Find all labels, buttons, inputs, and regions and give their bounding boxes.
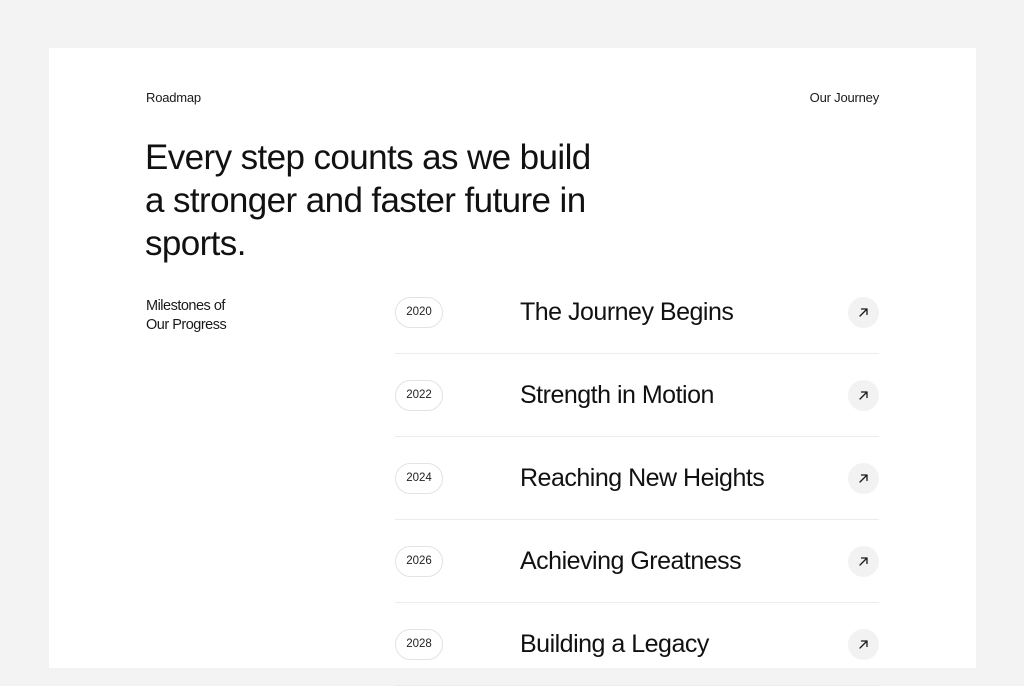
milestone-title: Strength in Motion — [520, 381, 714, 409]
milestone-title: Building a Legacy — [520, 630, 709, 658]
milestone-row-2024[interactable]: 2024 Reaching New Heights — [395, 437, 879, 520]
year-badge: 2024 — [395, 463, 443, 494]
open-milestone-button[interactable] — [848, 463, 879, 494]
arrow-up-right-icon — [859, 391, 868, 400]
milestone-row-2026[interactable]: 2026 Achieving Greatness — [395, 520, 879, 603]
milestones-label-line1: Milestones of — [146, 298, 225, 314]
open-milestone-button[interactable] — [848, 546, 879, 577]
open-milestone-button[interactable] — [848, 297, 879, 328]
year-badge: 2022 — [395, 380, 443, 411]
year-badge: 2026 — [395, 546, 443, 577]
open-milestone-button[interactable] — [848, 380, 879, 411]
arrow-up-right-icon — [859, 557, 868, 566]
year-badge: 2028 — [395, 629, 443, 660]
milestone-title: Achieving Greatness — [520, 547, 742, 575]
milestone-title: Reaching New Heights — [520, 464, 765, 492]
our-journey-link[interactable]: Our Journey — [810, 90, 880, 105]
roadmap-label: Roadmap — [146, 90, 201, 105]
open-milestone-button[interactable] — [848, 629, 879, 660]
milestones-label-line2: Our Progress — [146, 317, 227, 333]
milestone-row-2028[interactable]: 2028 Building a Legacy — [395, 603, 879, 686]
milestone-title: The Journey Begins — [520, 298, 734, 326]
milestone-row-2022[interactable]: 2022 Strength in Motion — [395, 354, 879, 437]
arrow-up-right-icon — [859, 640, 868, 649]
milestone-row-2020[interactable]: 2020 The Journey Begins — [395, 271, 879, 354]
year-badge: 2020 — [395, 297, 443, 328]
page-headline: Every step counts as we build a stronger… — [145, 138, 591, 263]
roadmap-card: Roadmap Our Journey Every step counts as… — [49, 48, 976, 686]
milestones-section-label: Milestones of Our Progress — [146, 297, 266, 335]
milestone-list: 2020 The Journey Begins 2022 Strength in… — [395, 271, 879, 686]
arrow-up-right-icon — [859, 308, 868, 317]
arrow-up-right-icon — [859, 474, 868, 483]
